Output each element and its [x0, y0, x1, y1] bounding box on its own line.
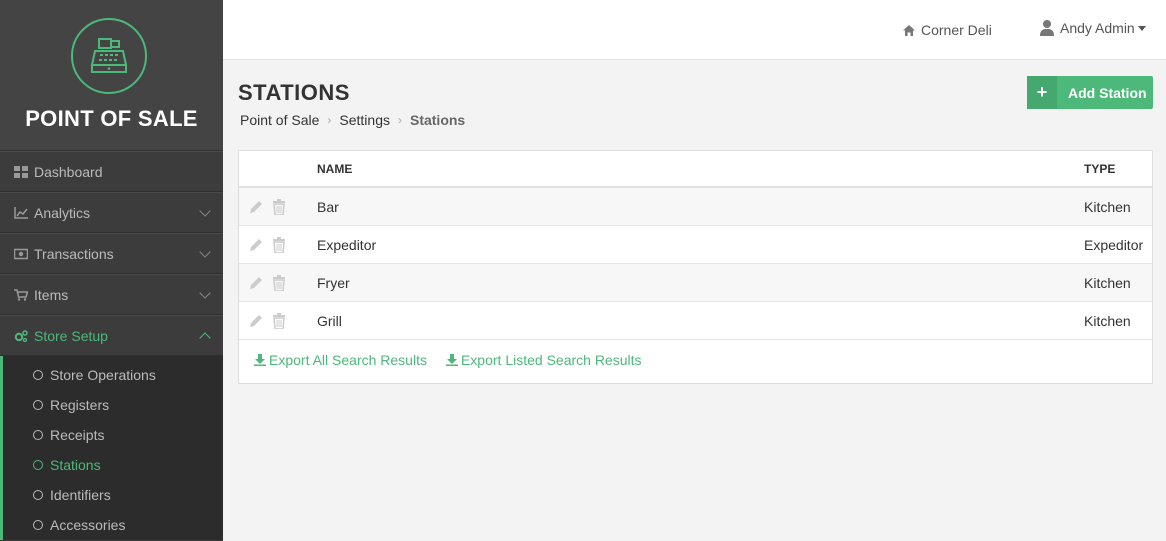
subnav-label: Store Operations [50, 367, 156, 383]
circle-icon [33, 520, 43, 530]
page-title: STATIONS [238, 80, 350, 105]
brand-title: POINT OF SALE [25, 106, 198, 131]
nav-items[interactable]: Items [0, 274, 223, 315]
trash-icon[interactable] [272, 313, 286, 329]
download-icon [254, 354, 266, 366]
column-header-name[interactable]: NAME [317, 162, 352, 176]
chevron-down-icon [199, 287, 211, 299]
store-setup-subnav: Store Operations Registers Receipts Stat… [0, 356, 223, 540]
nav-dashboard[interactable]: Dashboard [0, 151, 223, 192]
add-station-label: Add Station [1068, 84, 1147, 101]
pencil-icon[interactable] [248, 199, 264, 215]
station-type: Kitchen [1084, 313, 1131, 329]
circle-icon [33, 400, 43, 410]
station-name: Expeditor [317, 237, 377, 253]
nav-transactions-label: Transactions [34, 245, 114, 262]
station-name: Fryer [317, 275, 350, 291]
nav-analytics-label: Analytics [34, 204, 91, 221]
station-type: Expeditor [1084, 237, 1144, 253]
cash-register-icon [71, 18, 147, 94]
station-name: Grill [317, 313, 342, 329]
subnav-receipts[interactable]: Receipts [3, 420, 223, 450]
breadcrumb-item[interactable]: Point of Sale [240, 112, 319, 128]
subnav-label: Receipts [50, 427, 105, 443]
home-icon [903, 24, 915, 36]
add-station-button[interactable]: + Add Station [1027, 76, 1153, 109]
circle-icon [33, 490, 43, 500]
cart-icon [14, 288, 28, 301]
user-icon [1040, 20, 1054, 36]
nav-dashboard-label: Dashboard [34, 163, 103, 180]
chevron-right-icon: › [327, 113, 332, 127]
trash-icon[interactable] [272, 237, 286, 253]
chevron-down-icon [199, 205, 211, 217]
line-chart-icon [14, 206, 28, 219]
sidebar: POINT OF SALE Dashboard Analytics Transa… [0, 0, 223, 541]
breadcrumb: Point of Sale › Settings › Stations [240, 112, 465, 128]
circle-icon [33, 460, 43, 470]
nav-items-label: Items [34, 286, 69, 303]
nav-store-setup[interactable]: Store Setup [0, 315, 223, 356]
table-row: Expeditor Expeditor [239, 226, 1152, 264]
export-all-link[interactable]: Export All Search Results [254, 352, 427, 368]
table-header: NAME TYPE [239, 151, 1152, 188]
pencil-icon[interactable] [248, 237, 264, 253]
subnav-accessories[interactable]: Accessories [3, 510, 223, 540]
subnav-label: Stations [50, 457, 101, 473]
chevron-down-icon [199, 246, 211, 258]
station-name: Bar [317, 199, 339, 215]
trash-icon[interactable] [272, 275, 286, 291]
grid-icon [14, 165, 28, 178]
money-icon [14, 248, 28, 259]
store-name: Corner Deli [921, 22, 992, 38]
store-selector[interactable]: Corner Deli [903, 22, 992, 38]
caret-down-icon [1137, 25, 1146, 31]
breadcrumb-item[interactable]: Settings [339, 112, 390, 128]
export-listed-label: Export Listed Search Results [460, 352, 642, 368]
stations-table: NAME TYPE Bar Kitchen Expeditor Expedito… [238, 150, 1153, 384]
station-type: Kitchen [1084, 199, 1131, 215]
subnav-identifiers[interactable]: Identifiers [3, 480, 223, 510]
station-type: Kitchen [1084, 275, 1131, 291]
circle-icon [33, 430, 43, 440]
table-row: Bar Kitchen [239, 188, 1152, 226]
table-row: Grill Kitchen [239, 302, 1152, 340]
chevron-up-icon [199, 332, 211, 344]
nav-store-setup-label: Store Setup [34, 327, 108, 344]
pencil-icon[interactable] [248, 275, 264, 291]
subnav-label: Accessories [50, 517, 126, 533]
user-menu[interactable]: Andy Admin [1040, 20, 1146, 36]
top-bar: Corner Deli Andy Admin [223, 0, 1166, 60]
subnav-stations[interactable]: Stations [3, 450, 223, 480]
subnav-label: Identifiers [50, 487, 111, 503]
nav-analytics[interactable]: Analytics [0, 192, 223, 233]
subnav-registers[interactable]: Registers [3, 390, 223, 420]
export-listed-link[interactable]: Export Listed Search Results [445, 352, 642, 368]
download-icon [445, 354, 458, 366]
pencil-icon[interactable] [248, 313, 264, 329]
breadcrumb-current: Stations [409, 112, 466, 128]
subnav-store-operations[interactable]: Store Operations [3, 360, 223, 390]
circle-icon [33, 370, 43, 380]
subnav-label: Registers [50, 397, 110, 413]
chevron-right-icon: › [397, 113, 402, 127]
logo-area: POINT OF SALE [0, 0, 223, 151]
plus-icon: + [1027, 76, 1057, 109]
nav-transactions[interactable]: Transactions [0, 233, 223, 274]
user-name: Andy Admin [1060, 20, 1135, 36]
column-header-type[interactable]: TYPE [1084, 162, 1115, 176]
export-all-label: Export All Search Results [269, 352, 427, 368]
trash-icon[interactable] [272, 199, 286, 215]
table-row: Fryer Kitchen [239, 264, 1152, 302]
export-links: Export All Search Results Export Listed … [254, 352, 642, 368]
cogs-icon [14, 329, 28, 342]
